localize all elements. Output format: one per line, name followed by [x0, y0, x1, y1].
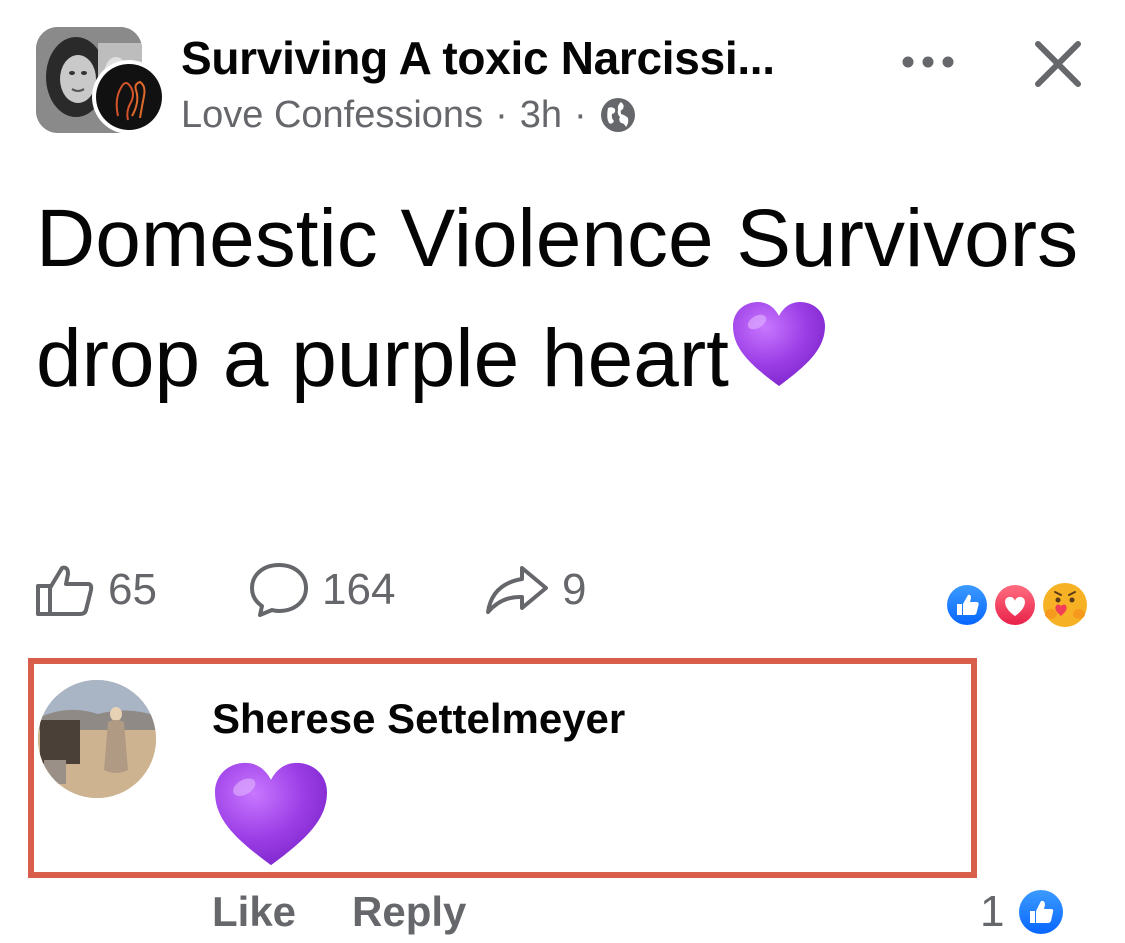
- post-author[interactable]: Love Confessions: [181, 94, 483, 137]
- like-reaction-icon: [945, 583, 989, 627]
- like-reaction-icon[interactable]: [1017, 888, 1065, 936]
- share-count: 9: [562, 565, 587, 614]
- comment-stat-button[interactable]: 164: [248, 562, 395, 618]
- care-reaction-icon: [1043, 583, 1087, 627]
- comment-count: 164: [322, 565, 396, 614]
- post-group-title[interactable]: Surviving A toxic Narcissi...: [181, 31, 775, 85]
- commenter-avatar[interactable]: [38, 680, 156, 798]
- more-horizontal-icon: [902, 56, 954, 68]
- purple-heart-icon: [210, 758, 332, 870]
- reaction-summary[interactable]: [943, 580, 1093, 630]
- page-profile-avatar[interactable]: [92, 60, 166, 134]
- share-stat-button[interactable]: 9: [484, 562, 586, 618]
- comment-reply-button[interactable]: Reply: [352, 888, 466, 936]
- like-stat-button[interactable]: 65: [34, 562, 157, 618]
- close-button[interactable]: [1030, 36, 1086, 92]
- share-outline-icon: [486, 566, 548, 614]
- love-reaction-icon: [993, 583, 1037, 627]
- post-text-content: Domestic Violence Survivors drop a purpl…: [36, 193, 1079, 404]
- comment-outline-icon: [250, 563, 308, 617]
- meta-separator: ·: [574, 93, 587, 136]
- like-count: 65: [108, 565, 157, 614]
- meta-separator: ·: [495, 93, 508, 136]
- comment-like-button[interactable]: Like: [212, 888, 296, 936]
- commenter-name[interactable]: Sherese Settelmeyer: [212, 695, 625, 743]
- purple-heart-icon: [729, 298, 829, 390]
- post-meta: Love Confessions · 3h ·: [181, 94, 637, 136]
- comment-highlight-box: [28, 658, 977, 878]
- post-text: Domestic Violence Survivors drop a purpl…: [36, 180, 1116, 418]
- comment-like-count[interactable]: 1: [980, 887, 1004, 937]
- post-time[interactable]: 3h: [520, 94, 562, 137]
- like-outline-icon: [36, 565, 94, 616]
- close-icon: [1035, 41, 1081, 87]
- globe-icon: [599, 96, 637, 134]
- more-options-button[interactable]: [898, 42, 958, 82]
